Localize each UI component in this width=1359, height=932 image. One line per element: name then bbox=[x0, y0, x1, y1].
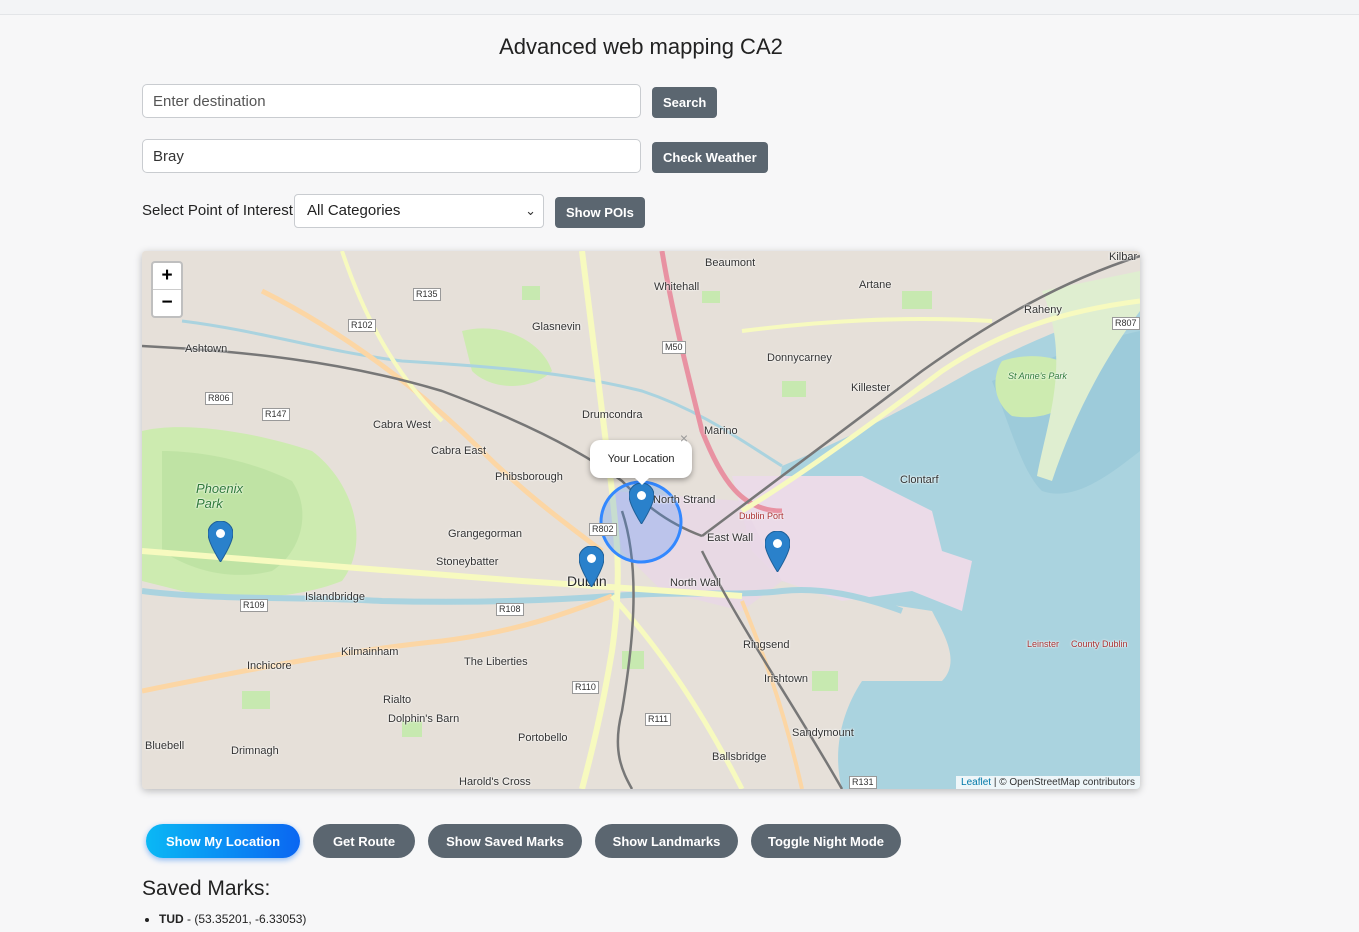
search-button[interactable]: Search bbox=[652, 87, 718, 118]
road-label: R147 bbox=[262, 408, 290, 421]
place-label: Beaumont bbox=[705, 257, 756, 269]
saved-mark-coords: - (53.35201, -6.33053) bbox=[183, 912, 307, 926]
place-label: Portobello bbox=[518, 732, 568, 744]
place-label: Rialto bbox=[383, 694, 412, 706]
destination-input[interactable] bbox=[142, 84, 641, 118]
place-label: North Wall bbox=[670, 577, 721, 589]
check-weather-button[interactable]: Check Weather bbox=[652, 142, 768, 173]
place-label: Ballsbridge bbox=[712, 751, 767, 763]
location-popup: Your Location × bbox=[590, 430, 692, 485]
place-label: Drimnagh bbox=[231, 745, 279, 757]
road-label: R102 bbox=[348, 319, 376, 332]
show-my-location-button[interactable]: Show My Location bbox=[146, 824, 300, 858]
place-label: Glasnevin bbox=[532, 321, 581, 333]
place-label: Phibsborough bbox=[495, 471, 563, 483]
map-container[interactable]: Beaumont Whitehall Artane Raheny Kilbar … bbox=[142, 251, 1140, 789]
place-label: County Dublin bbox=[1071, 639, 1128, 649]
get-route-button[interactable]: Get Route bbox=[313, 824, 415, 858]
road-label: R807 bbox=[1112, 317, 1140, 330]
location-marker-icon[interactable] bbox=[629, 483, 654, 524]
attribution-text: | © OpenStreetMap contributors bbox=[991, 777, 1135, 788]
place-label: St Anne's Park bbox=[1008, 371, 1067, 381]
road-label: R135 bbox=[413, 288, 441, 301]
place-label: The Liberties bbox=[464, 656, 528, 668]
place-label: Stoneybatter bbox=[436, 556, 499, 568]
road-label: R109 bbox=[240, 599, 268, 612]
place-label: North Strand bbox=[653, 494, 716, 506]
place-label: Ringsend bbox=[743, 639, 790, 651]
weather-location-input[interactable] bbox=[142, 139, 641, 173]
saved-marks-heading: Saved Marks: bbox=[142, 877, 271, 900]
place-label: Bluebell bbox=[145, 740, 185, 752]
poi-label: Select Point of Interest: bbox=[142, 202, 298, 219]
show-pois-button[interactable]: Show POIs bbox=[555, 197, 645, 228]
place-label: Clontarf bbox=[900, 474, 939, 486]
zoom-in-button[interactable]: + bbox=[153, 263, 181, 290]
road-label: R111 bbox=[645, 713, 672, 726]
place-label: Dolphin's Barn bbox=[388, 713, 460, 725]
place-label: Phoenix Park bbox=[196, 481, 243, 511]
place-label: Whitehall bbox=[654, 281, 700, 293]
place-label: Grangegorman bbox=[448, 528, 522, 540]
poi-category-select[interactable]: All Categories ⌄ bbox=[294, 194, 544, 228]
place-label: Leinster bbox=[1027, 639, 1060, 649]
zoom-control: + − bbox=[151, 261, 183, 318]
show-landmarks-button[interactable]: Show Landmarks bbox=[595, 824, 738, 858]
page-title: Advanced web mapping CA2 bbox=[499, 34, 783, 59]
place-label: Dublin Port bbox=[739, 511, 784, 521]
place-label: Harold's Cross bbox=[459, 776, 531, 788]
poi-selected-value: All Categories bbox=[307, 202, 401, 219]
browser-top-strip bbox=[0, 0, 1359, 15]
road-label: R802 bbox=[589, 523, 617, 536]
road-label: R806 bbox=[205, 392, 233, 405]
place-label: Killester bbox=[851, 382, 891, 394]
popup-text: Your Location bbox=[607, 453, 675, 465]
leaflet-link[interactable]: Leaflet bbox=[961, 777, 991, 788]
road-label: R110 bbox=[572, 681, 599, 694]
place-label: Donnycarney bbox=[767, 352, 832, 364]
saved-mark-item: TUD - (53.35201, -6.33053) bbox=[159, 912, 306, 926]
show-saved-marks-button[interactable]: Show Saved Marks bbox=[428, 824, 582, 858]
road-label: R131 bbox=[849, 776, 877, 789]
place-label: Cabra East bbox=[431, 445, 487, 457]
place-label: Marino bbox=[704, 425, 738, 437]
close-icon[interactable]: × bbox=[680, 428, 688, 448]
toggle-night-mode-button[interactable]: Toggle Night Mode bbox=[751, 824, 901, 858]
chevron-down-icon: ⌄ bbox=[525, 203, 536, 218]
place-label: Artane bbox=[859, 279, 892, 291]
place-label: Drumcondra bbox=[582, 409, 643, 421]
popup-tip bbox=[634, 477, 650, 485]
road-label: M50 bbox=[662, 341, 686, 354]
place-label: Irishtown bbox=[764, 673, 809, 685]
zoom-out-button[interactable]: − bbox=[153, 290, 181, 316]
place-label: Cabra West bbox=[373, 419, 431, 431]
saved-marks-list: TUD - (53.35201, -6.33053) bbox=[142, 912, 306, 926]
map-marker-icon[interactable] bbox=[208, 521, 233, 562]
place-label: Inchicore bbox=[247, 660, 292, 672]
map-marker-icon[interactable] bbox=[765, 531, 790, 572]
place-label: Ashtown bbox=[185, 343, 228, 355]
place-label: Islandbridge bbox=[305, 591, 365, 603]
map-marker-icon[interactable] bbox=[579, 546, 604, 587]
place-label: Kilbar bbox=[1109, 251, 1138, 263]
place-label: Sandymount bbox=[792, 727, 854, 739]
place-label: Raheny bbox=[1024, 304, 1062, 316]
map-attribution: Leaflet | © OpenStreetMap contributors bbox=[956, 776, 1140, 789]
place-label: Kilmainham bbox=[341, 646, 399, 658]
road-label: R108 bbox=[496, 603, 524, 616]
place-label: East Wall bbox=[707, 532, 754, 544]
saved-mark-name: TUD bbox=[159, 912, 184, 926]
